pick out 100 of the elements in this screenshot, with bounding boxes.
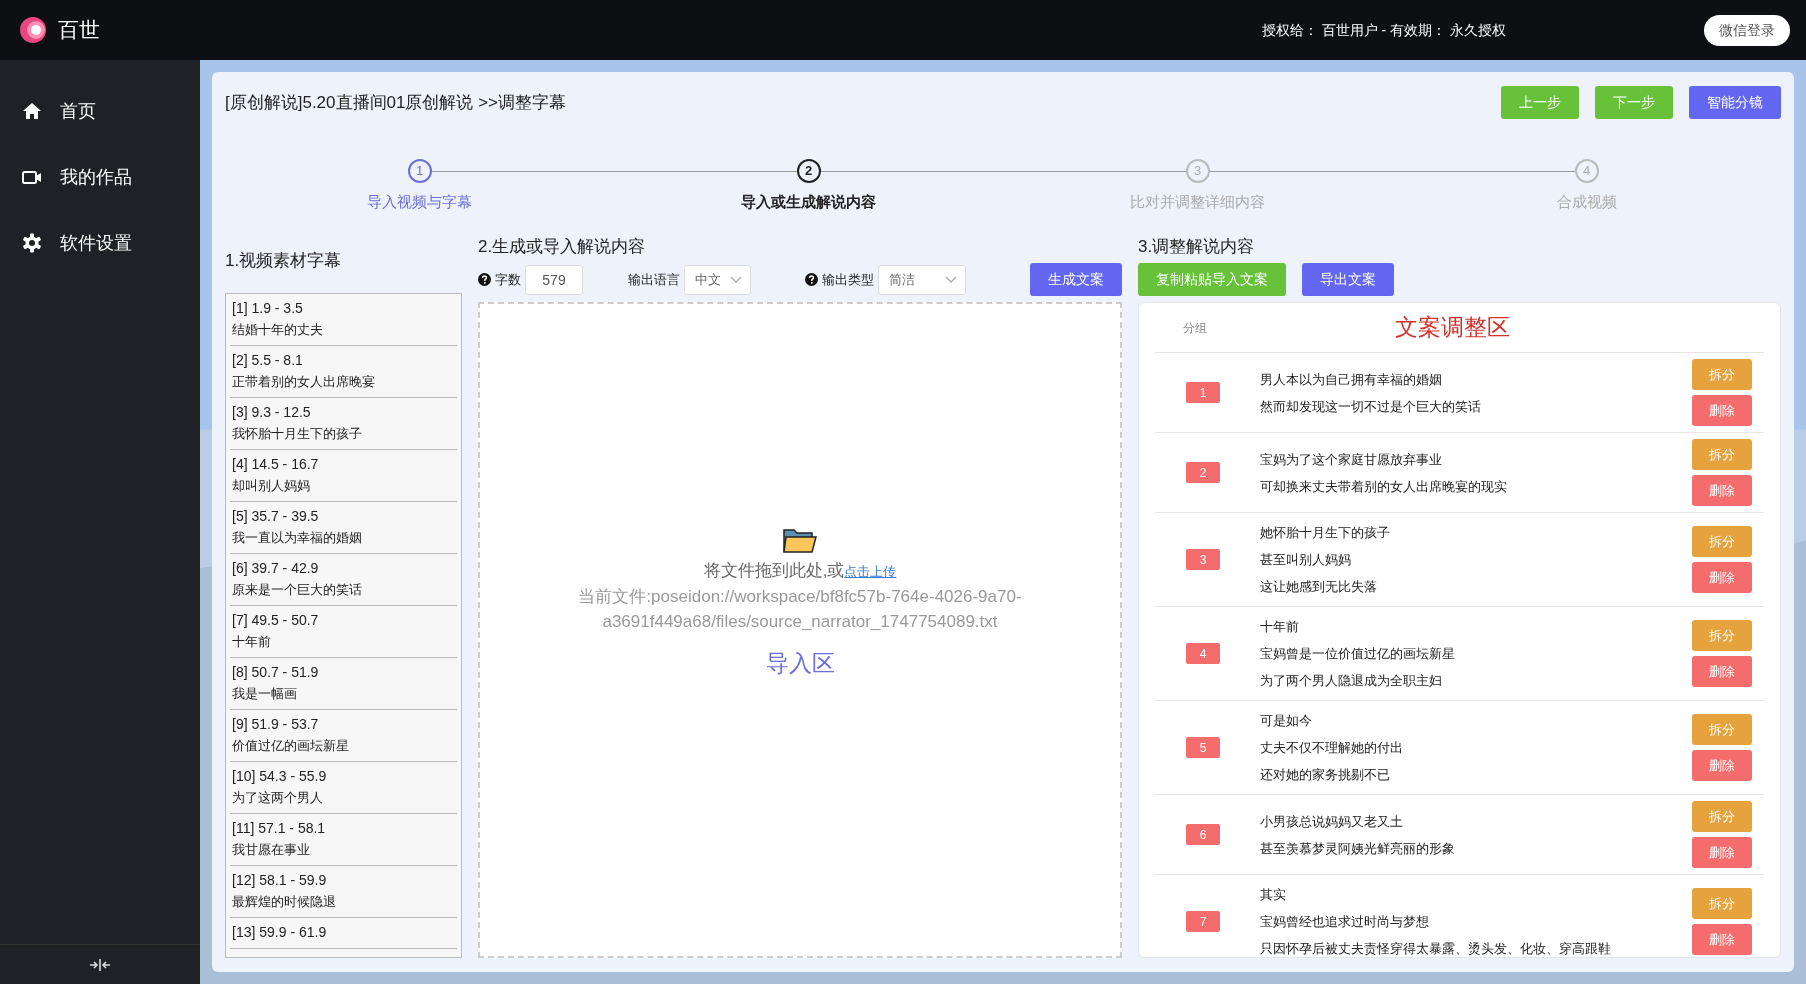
field-label: 字数 — [495, 270, 521, 289]
page-title: [原创解说]5.20直播间01原创解说 >>调整字幕 — [225, 91, 568, 114]
delete-button[interactable]: 删除 — [1692, 562, 1752, 593]
subtitle-time: [10] 54.3 - 55.9 — [232, 767, 328, 786]
split-button[interactable]: 拆分 — [1692, 888, 1752, 919]
step-number[interactable]: 4 — [1574, 159, 1599, 183]
subtitle-text: 正带着别的女人出席晚宴 — [232, 373, 376, 391]
home-icon — [22, 101, 42, 121]
step-number[interactable]: 1 — [407, 159, 432, 183]
generate-button[interactable]: 生成文案 — [1030, 263, 1122, 296]
step-label[interactable]: 比对并调整详细内容 — [1130, 191, 1265, 214]
folder-icon — [782, 526, 818, 554]
subtitle-time: [4] 14.5 - 16.7 — [232, 455, 320, 474]
group-number-badge: 5 — [1186, 737, 1220, 758]
current-file-text: 当前文件:poseidon://workspace/bf8fc57b-764e-4026-9a70-a3691f449a68/files/source_narrator_1747754089.txt — [577, 585, 1023, 633]
narration-line: 可却换来丈夫带着别的女人出席晚宴的现实 — [1260, 477, 1508, 496]
upload-link[interactable]: 点击上传 — [844, 564, 897, 579]
section-title: 2.生成或导入解说内容 — [478, 235, 647, 258]
narration-line: 甚至羡慕梦灵阿姨光鲜亮丽的形象 — [1260, 839, 1456, 858]
section-title: 3.调整解说内容 — [1138, 235, 1256, 258]
delete-button[interactable]: 删除 — [1692, 656, 1752, 687]
narration-line: 丈夫不仅不理解她的付出 — [1260, 739, 1404, 757]
sidebar-item[interactable]: 我的作品 — [0, 144, 200, 210]
step-label[interactable]: 导入或生成解说内容 — [741, 191, 876, 214]
login-button[interactable]: 微信登录 — [1704, 14, 1790, 46]
step-number[interactable]: 2 — [796, 159, 821, 183]
output-type-select[interactable]: 简洁 — [878, 264, 966, 295]
narration-line: 男人本以为自己拥有幸福的婚姻 — [1260, 370, 1443, 389]
subtitle-time: [8] 50.7 - 51.9 — [232, 663, 320, 682]
group-number-badge: 1 — [1186, 382, 1220, 403]
import-area-label: 导入区 — [765, 648, 835, 678]
subtitle-text: 结婚十年的丈夫 — [232, 321, 324, 339]
subtitle-time: [12] 58.1 - 59.9 — [232, 871, 328, 890]
split-button[interactable]: 拆分 — [1692, 439, 1752, 470]
language-select[interactable]: 中文 — [684, 264, 751, 295]
step-number[interactable]: 3 — [1185, 159, 1210, 183]
chevron-down-icon — [730, 275, 742, 284]
group-number-badge: 6 — [1186, 824, 1220, 845]
help-icon — [805, 273, 818, 286]
narration-line: 宝妈为了这个家庭甘愿放弃事业 — [1260, 450, 1443, 469]
subtitle-time: [11] 57.1 - 58.1 — [232, 819, 327, 838]
sidebar-item[interactable]: 首页 — [0, 78, 200, 144]
delete-button[interactable]: 删除 — [1692, 924, 1752, 955]
subtitle-time: [2] 5.5 - 8.1 — [232, 351, 304, 370]
narration-line: 她怀胎十月生下的孩子 — [1260, 524, 1391, 542]
subtitle-text: 我一直以为幸福的婚姻 — [232, 529, 363, 547]
split-button[interactable]: 拆分 — [1692, 526, 1752, 557]
column-header: 分组 — [1182, 319, 1208, 337]
group-number-badge: 7 — [1186, 911, 1220, 932]
gear-icon — [22, 233, 42, 253]
subtitle-text: 十年前 — [232, 633, 272, 651]
license-text: 授权给： 百世用户 - 有效期： 永久授权 — [1261, 20, 1506, 40]
sidebar-item[interactable]: 软件设置 — [0, 210, 200, 276]
subtitle-text: 却叫别人妈妈 — [232, 477, 311, 495]
collapse-icon[interactable] — [89, 957, 111, 972]
split-button[interactable]: 拆分 — [1692, 620, 1752, 651]
step-label[interactable]: 导入视频与字幕 — [367, 191, 472, 214]
group-number-badge: 2 — [1186, 462, 1220, 483]
step-button[interactable]: 上一步 — [1501, 86, 1579, 119]
step-button[interactable]: 智能分镜 — [1689, 86, 1781, 119]
group-number-badge: 3 — [1186, 549, 1220, 570]
split-button[interactable]: 拆分 — [1692, 359, 1752, 390]
action-button[interactable]: 复制粘贴导入文案 — [1138, 263, 1286, 296]
split-button[interactable]: 拆分 — [1692, 801, 1752, 832]
action-button[interactable]: 导出文案 — [1302, 263, 1394, 296]
narration-line: 这让她感到无比失落 — [1260, 578, 1378, 596]
subtitle-time: [9] 51.9 - 53.7 — [232, 715, 320, 734]
field-label: 输出语言 — [628, 270, 680, 289]
subtitle-time: [1] 1.9 - 3.5 — [232, 299, 304, 318]
drop-prompt: 将文件拖到此处,或 — [703, 561, 845, 580]
narration-line: 然而却发现这一切不过是个巨大的笑话 — [1260, 397, 1482, 416]
subtitle-text: 最辉煌的时候隐退 — [232, 893, 337, 911]
narration-line: 甚至叫别人妈妈 — [1260, 551, 1352, 569]
subtitle-time: [3] 9.3 - 12.5 — [232, 403, 312, 422]
chevron-down-icon — [945, 275, 957, 284]
delete-button[interactable]: 删除 — [1692, 475, 1752, 506]
narration-line: 小男孩总说妈妈又老又土 — [1260, 812, 1404, 831]
delete-button[interactable]: 删除 — [1692, 837, 1752, 868]
narration-line: 宝妈曾经也追求过时尚与梦想 — [1260, 913, 1430, 931]
word-count-field[interactable]: 579 — [525, 264, 583, 295]
step-button[interactable]: 下一步 — [1595, 86, 1673, 119]
field-label: 输出类型 — [822, 270, 874, 289]
subtitle-text: 我是一幅画 — [232, 685, 298, 703]
help-icon — [478, 273, 491, 286]
delete-button[interactable]: 删除 — [1692, 395, 1752, 426]
split-button[interactable]: 拆分 — [1692, 714, 1752, 745]
narration-line: 可是如今 — [1260, 712, 1313, 730]
narration-line: 其实 — [1260, 886, 1287, 904]
subtitle-text: 我怀胎十月生下的孩子 — [232, 425, 363, 443]
subtitle-text: 原来是一个巨大的笑话 — [232, 581, 363, 599]
delete-button[interactable]: 删除 — [1692, 750, 1752, 781]
subtitle-text: 价值过亿的画坛新星 — [232, 737, 350, 755]
subtitle-text: 我甘愿在事业 — [232, 841, 311, 859]
step-label[interactable]: 合成视频 — [1556, 191, 1617, 214]
group-number-badge: 4 — [1186, 643, 1220, 664]
subtitle-time: [13] 59.9 - 61.9 — [232, 923, 328, 942]
section-title: 1.视频素材字幕 — [225, 249, 343, 272]
subtitle-time: [6] 39.7 - 42.9 — [232, 559, 320, 578]
drop-zone[interactable]: 将文件拖到此处,或点击上传 当前文件:poseidon://workspace/bf8fc57b-764e-4026-9a70-a3691f449a68/files/source_narrator_1747754089.txt 导入区 — [478, 302, 1122, 958]
subtitle-time: [5] 35.7 - 39.5 — [232, 507, 320, 526]
